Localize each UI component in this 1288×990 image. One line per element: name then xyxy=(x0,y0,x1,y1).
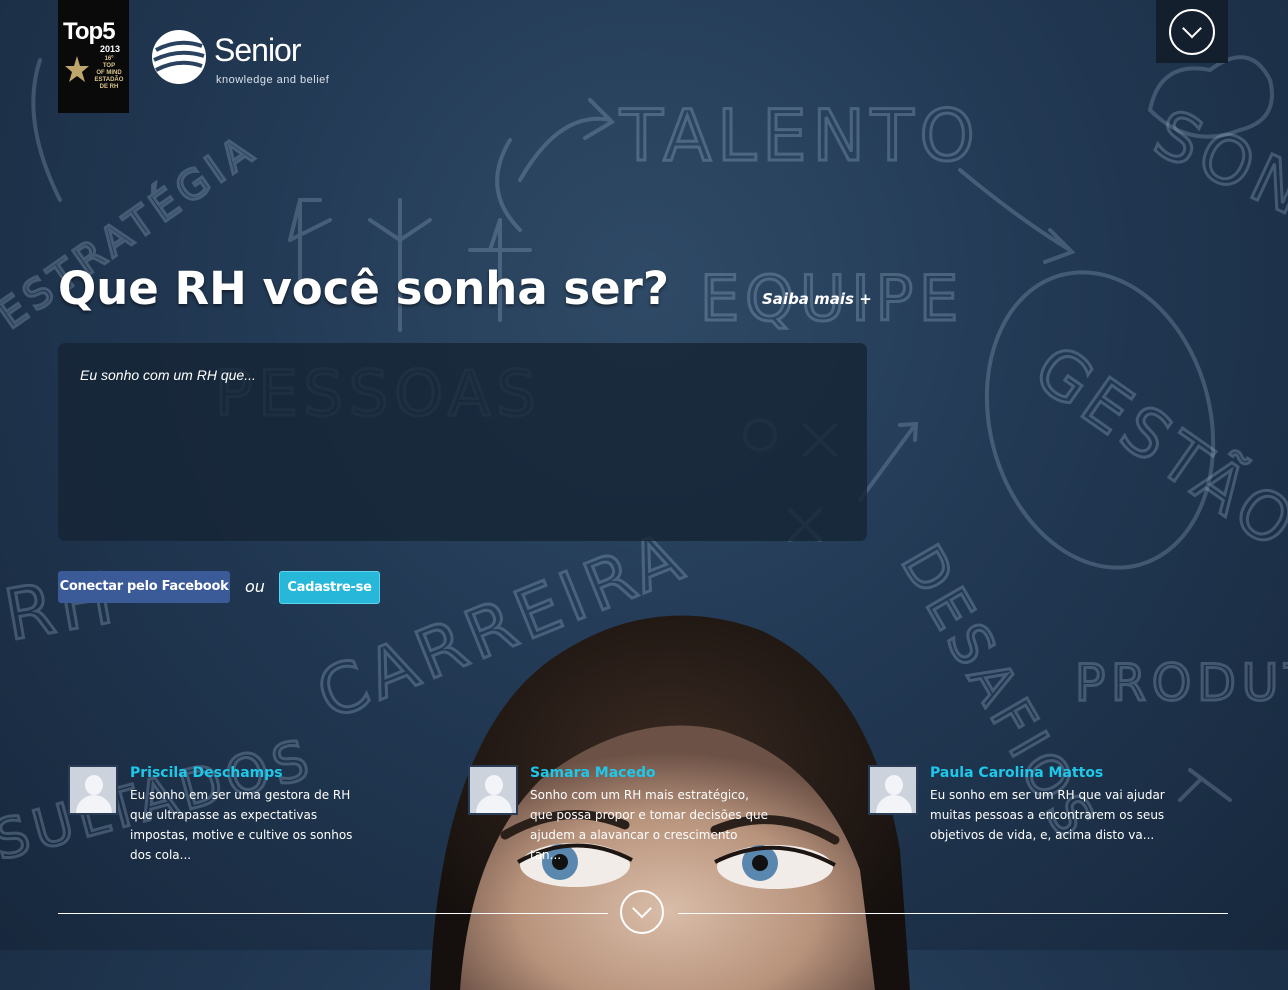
divider xyxy=(58,913,608,914)
top5-award-badge: Top5 2013 16º TOP OF MIND ESTADÃO DE RH xyxy=(58,0,129,113)
bg-word: GESTÃO xyxy=(1021,330,1288,566)
register-button[interactable]: Cadastre-se xyxy=(279,571,380,604)
dream-author[interactable]: Priscila Deschamps xyxy=(130,765,283,781)
badge-lines: 16º TOP OF MIND ESTADÃO DE RH xyxy=(94,56,124,90)
learn-more-link[interactable]: Saiba mais + xyxy=(762,290,872,308)
badge-title: Top5 xyxy=(63,18,116,45)
senior-logo-mark-icon xyxy=(152,30,206,84)
scroll-down-button[interactable] xyxy=(620,890,664,934)
dream-text: Sonho com um RH mais estratégico, que po… xyxy=(530,788,769,862)
star-icon xyxy=(65,56,89,82)
page-title: Que RH você sonha ser? xyxy=(58,262,669,315)
dream-text: Eu sonho em ser uma gestora de RH que ul… xyxy=(130,788,353,862)
chevron-down-icon xyxy=(632,898,652,919)
brand-name: Senior xyxy=(214,32,301,68)
senior-logo[interactable]: Senior knowledge and belief xyxy=(150,28,350,90)
chevron-down-icon xyxy=(1169,9,1215,55)
brand-tagline: knowledge and belief xyxy=(216,74,330,86)
dream-author[interactable]: Samara Macedo xyxy=(530,765,656,781)
bg-word: PRODUTI xyxy=(1075,654,1288,712)
dream-text: Eu sonho em ser um RH que vai ajudar mui… xyxy=(930,788,1165,842)
scroll-down-top-button[interactable] xyxy=(1156,0,1228,63)
bg-word: SONHO xyxy=(1143,95,1288,281)
facebook-connect-button[interactable]: Conectar pelo Facebook xyxy=(58,571,230,603)
bg-word: TALENTO xyxy=(619,95,981,177)
avatar xyxy=(468,765,518,815)
dream-author[interactable]: Paula Carolina Mattos xyxy=(930,765,1103,781)
badge-year: 2013 xyxy=(100,44,121,54)
or-separator: ou xyxy=(245,577,265,596)
divider xyxy=(678,913,1228,914)
avatar xyxy=(868,765,918,815)
dream-input[interactable] xyxy=(58,343,867,541)
avatar xyxy=(68,765,118,815)
